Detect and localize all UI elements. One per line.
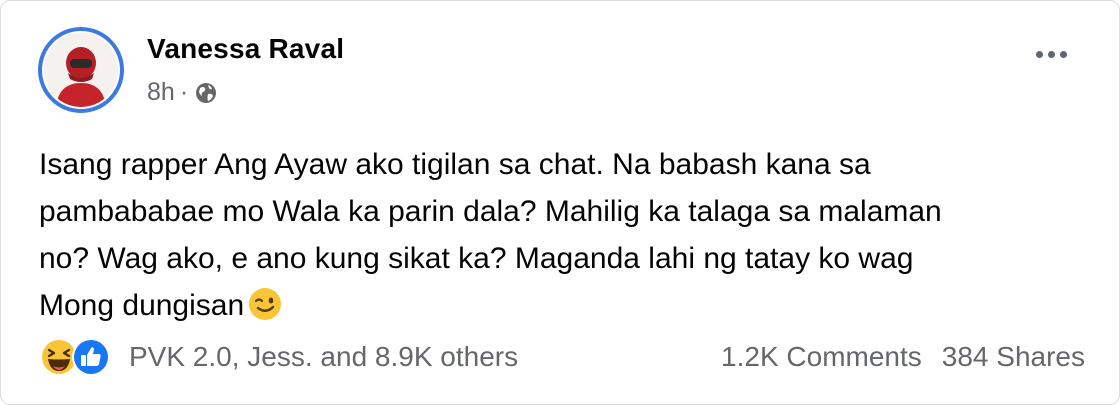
more-dot-icon: [1036, 51, 1043, 58]
post-timestamp[interactable]: 8h: [147, 78, 175, 107]
post-meta: 8h ·: [147, 78, 218, 107]
avatar-image: [42, 31, 120, 109]
comments-count[interactable]: 1.2K Comments: [721, 341, 922, 373]
post-card: Vanessa Raval 8h · Isang rapper Ang Ayaw…: [0, 0, 1120, 405]
post-text: Isang rapper Ang Ayaw ako tigilan sa cha…: [39, 141, 1079, 329]
winking-face-icon: [249, 288, 282, 320]
shares-count[interactable]: 384 Shares: [942, 341, 1085, 373]
post-text-line: pambababae mo Wala ka parin dala? Mahili…: [39, 195, 942, 228]
post-text-line: Isang rapper Ang Ayaw ako tigilan sa cha…: [39, 148, 871, 181]
author-name[interactable]: Vanessa Raval: [147, 33, 344, 65]
reactors-text[interactable]: PVK 2.0, Jess. and 8.9K others: [129, 341, 518, 373]
more-dot-icon: [1060, 51, 1067, 58]
profile-avatar[interactable]: [38, 27, 124, 113]
more-options-button[interactable]: [1036, 51, 1067, 58]
post-text-line: no? Wag ako, e ano kung sikat ka? Magand…: [39, 242, 914, 275]
engagement-counts: 1.2K Comments 384 Shares: [721, 341, 1085, 373]
globe-icon[interactable]: [194, 81, 218, 105]
post-footer: PVK 2.0, Jess. and 8.9K others 1.2K Comm…: [39, 337, 1085, 377]
reaction-summary[interactable]: PVK 2.0, Jess. and 8.9K others: [39, 337, 518, 377]
more-dot-icon: [1048, 51, 1055, 58]
post-text-line: Mong dungisan: [39, 282, 1079, 329]
like-reaction-icon[interactable]: [71, 337, 111, 377]
meta-separator: ·: [179, 78, 189, 106]
post-text-last: Mong dungisan: [39, 289, 245, 322]
